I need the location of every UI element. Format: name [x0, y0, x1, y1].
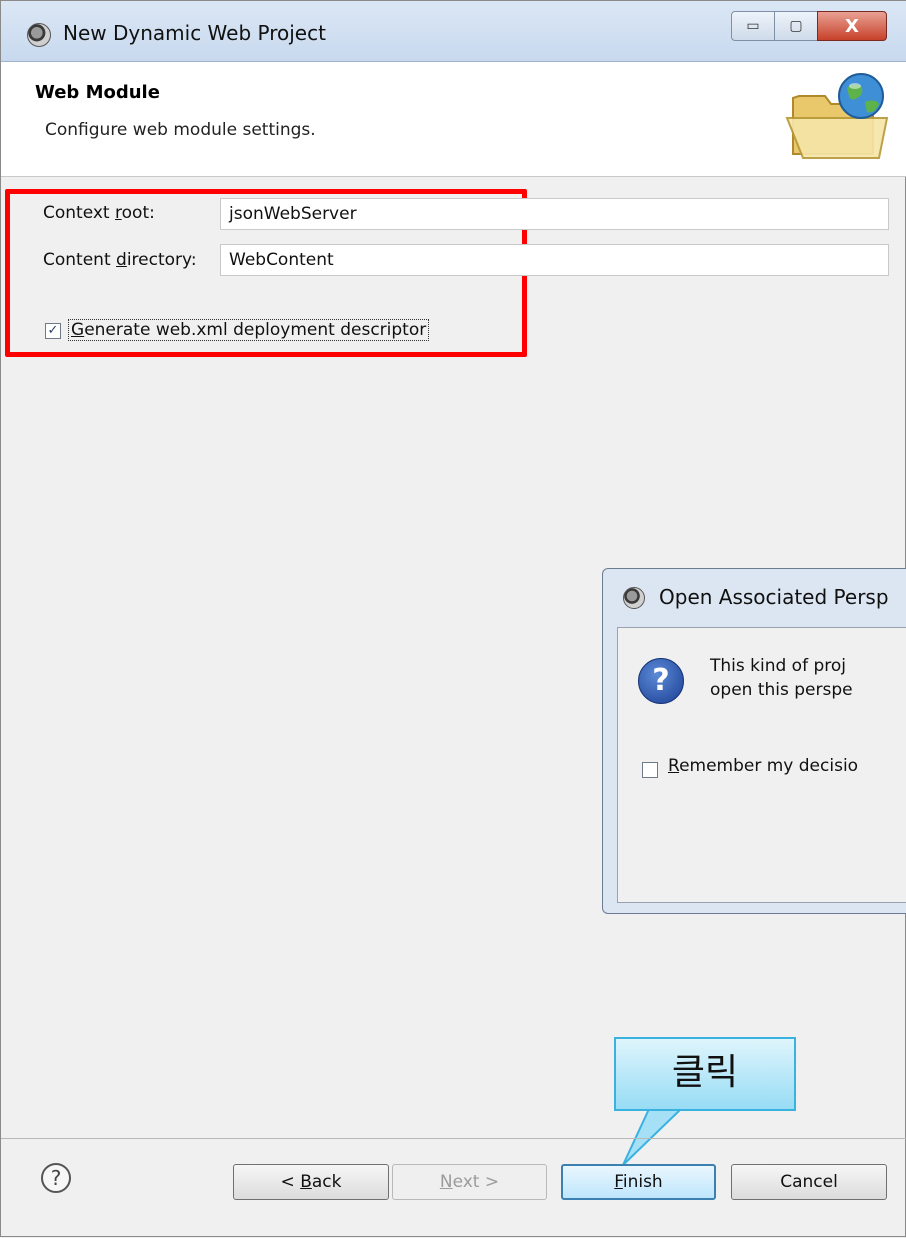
dialog-message: This kind of proj open this perspe [710, 656, 853, 700]
page-title: Web Module [35, 82, 160, 103]
wizard-banner: Web Module Configure web module settings… [1, 62, 906, 177]
context-root-label: Context root: [43, 203, 155, 223]
back-button[interactable]: < Back [233, 1164, 389, 1200]
help-icon[interactable]: ? [41, 1163, 71, 1193]
eclipse-icon [27, 23, 51, 47]
new-dynamic-web-project-window: New Dynamic Web Project ▭ ▢ X Web Module… [0, 0, 906, 1237]
generate-webxml-checkbox[interactable]: ✓ [45, 323, 61, 339]
window-controls: ▭ ▢ X [731, 11, 887, 43]
remember-decision-checkbox[interactable] [642, 762, 658, 778]
dialog-title: Open Associated Persp [659, 585, 889, 609]
footer-separator [1, 1138, 906, 1139]
folder-globe-icon [785, 73, 889, 159]
window-title: New Dynamic Web Project [63, 21, 326, 45]
question-icon: ? [638, 658, 684, 704]
minimize-button[interactable]: ▭ [731, 11, 775, 41]
dialog-body: ? This kind of proj open this perspe Rem… [617, 627, 906, 903]
eclipse-icon [623, 587, 645, 609]
generate-webxml-label: Generate web.xml deployment descriptor [68, 319, 430, 341]
click-callout: 클릭 [614, 1037, 796, 1111]
finish-button[interactable]: Finish [561, 1164, 716, 1200]
close-button[interactable]: X [817, 11, 887, 41]
maximize-button[interactable]: ▢ [774, 11, 818, 41]
next-button[interactable]: Next > [392, 1164, 547, 1200]
open-perspective-dialog: Open Associated Persp ? This kind of pro… [602, 568, 906, 914]
context-root-input[interactable]: jsonWebServer [220, 198, 889, 230]
cancel-button[interactable]: Cancel [731, 1164, 887, 1200]
content-directory-label: Content directory: [43, 250, 197, 270]
content-directory-input[interactable]: WebContent [220, 244, 889, 276]
page-description: Configure web module settings. [45, 120, 316, 140]
title-bar[interactable]: New Dynamic Web Project ▭ ▢ X [1, 1, 906, 62]
remember-decision-label: Remember my decisio [668, 756, 859, 776]
